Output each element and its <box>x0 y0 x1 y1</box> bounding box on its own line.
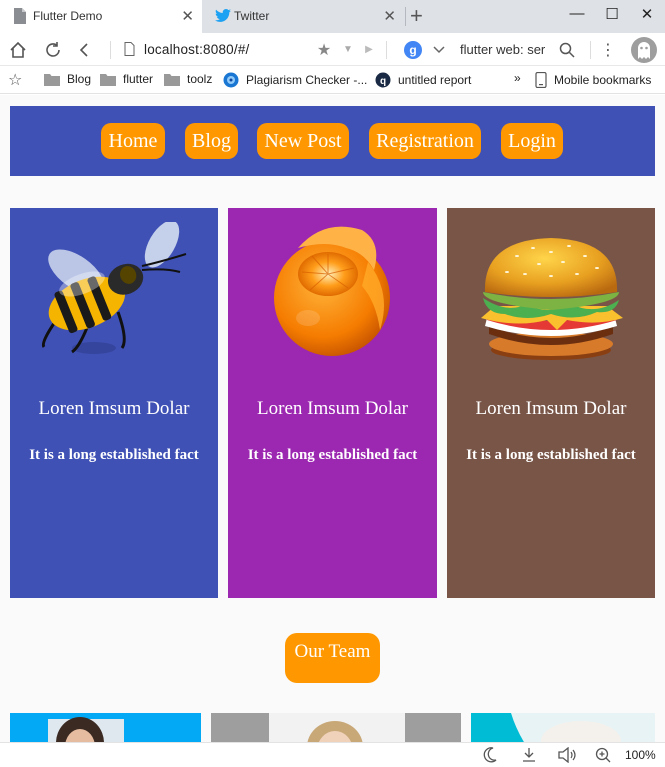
nav-login-button[interactable]: Login <box>501 123 563 159</box>
bookmark-label: Blog <box>67 72 92 86</box>
bookmark-label: untitled report <box>398 73 472 87</box>
reload-icon[interactable] <box>41 33 65 66</box>
bookmarks-bar: ☆ Blog flutter toolz Plagiarism Checker … <box>0 66 665 94</box>
card-title: Loren Imsum Dolar <box>257 398 408 419</box>
tab-title: Flutter Demo <box>33 9 103 23</box>
team-member-card <box>471 713 655 742</box>
nav-home-button[interactable]: Home <box>101 123 165 159</box>
burger-image <box>481 238 623 360</box>
feature-card: Loren Imsum Dolar It is a long establish… <box>228 208 437 598</box>
page-viewport: Home Blog New Post Registration Login Lo… <box>0 95 665 742</box>
chevron-down-icon[interactable] <box>430 33 448 66</box>
bookmark-item[interactable]: toolz <box>164 72 212 86</box>
tab-flutter-demo[interactable]: Flutter Demo ✕ <box>0 0 202 33</box>
card-text: It is a long established fact <box>29 447 199 463</box>
folder-icon <box>44 73 60 86</box>
bookmark-star-icon[interactable]: ★ <box>314 33 334 66</box>
speaker-icon[interactable] <box>557 746 577 767</box>
tab-twitter[interactable]: Twitter ✕ <box>202 0 406 33</box>
bookmark-item[interactable]: flutter <box>100 72 153 86</box>
nav-registration-button[interactable]: Registration <box>369 123 481 159</box>
home-icon[interactable] <box>6 33 30 66</box>
person-photo <box>48 717 124 742</box>
mobile-bookmarks[interactable]: Mobile bookmarks <box>535 72 651 88</box>
toolbar-divider <box>110 41 111 59</box>
moon-icon[interactable] <box>483 747 497 767</box>
bookmark-label: flutter <box>123 72 154 86</box>
chevron-down-icon[interactable]: ▼ <box>340 33 356 66</box>
team-member-card <box>211 713 461 742</box>
bookmark-label: Mobile bookmarks <box>554 73 652 87</box>
download-icon[interactable] <box>522 747 536 767</box>
search-engine-icon[interactable]: g <box>403 33 423 66</box>
plagiarism-checker-icon <box>223 72 239 88</box>
browser-toolbar: localhost:8080/#/ ★ ▼ ▶ g flutter web: s… <box>0 33 665 66</box>
search-icon[interactable] <box>556 33 578 66</box>
our-team-button[interactable]: Our Team <box>285 633 380 683</box>
toolbar-divider <box>590 41 591 59</box>
star-outline-icon[interactable]: ☆ <box>8 70 22 90</box>
new-tab-button[interactable]: + <box>410 3 423 29</box>
card-title: Loren Imsum Dolar <box>475 398 627 419</box>
folder-icon <box>100 73 116 86</box>
person-photo <box>511 713 655 742</box>
feature-card: Loren Imsum Dolar It is a long establish… <box>10 208 218 598</box>
close-icon[interactable]: ✕ <box>181 7 194 25</box>
nav-blog-button[interactable]: Blog <box>185 123 238 159</box>
card-text: It is a long established fact <box>466 447 636 463</box>
close-window-icon[interactable]: ✕ <box>637 5 657 23</box>
zoom-icon[interactable] <box>595 747 611 767</box>
toolbar-divider <box>386 41 387 59</box>
svg-text:q: q <box>380 76 386 87</box>
report-icon: q <box>375 72 391 88</box>
bookmark-item[interactable]: q untitled report <box>375 72 471 88</box>
nav-new-post-button[interactable]: New Post <box>257 123 349 159</box>
bookmark-item[interactable]: Blog <box>44 72 91 86</box>
person-photo <box>269 713 405 742</box>
bookmark-label: Plagiarism Checker -... <box>246 73 368 87</box>
profile-avatar-icon[interactable] <box>630 33 658 66</box>
page-icon <box>14 8 26 24</box>
page-icon <box>124 42 135 56</box>
app-navbar: Home Blog New Post Registration Login <box>10 106 655 176</box>
card-title: Loren Imsum Dolar <box>38 398 190 419</box>
card-text: It is a long established fact <box>247 447 418 463</box>
svg-text:g: g <box>409 43 416 57</box>
menu-icon[interactable]: ⋮ <box>600 33 616 66</box>
minimize-icon[interactable]: — <box>567 5 587 22</box>
orange-image <box>274 226 390 356</box>
tab-title: Twitter <box>234 9 270 23</box>
team-member-card <box>10 713 201 742</box>
bookmarks-overflow-icon[interactable]: » <box>514 71 521 85</box>
url-text: localhost:8080/#/ <box>144 42 250 57</box>
back-icon[interactable] <box>72 33 96 66</box>
bookmark-label: toolz <box>187 72 213 86</box>
maximize-icon[interactable]: ☐ <box>602 5 622 23</box>
feature-card: Loren Imsum Dolar It is a long establish… <box>447 208 655 598</box>
mobile-device-icon <box>535 72 547 88</box>
search-input[interactable]: flutter web: ser <box>460 42 550 57</box>
zoom-level[interactable]: 100% <box>625 748 656 762</box>
folder-icon <box>164 73 180 86</box>
browser-status-bar: 100% <box>0 742 665 767</box>
bee-image <box>41 222 187 354</box>
chevron-right-icon: ▶ <box>365 44 373 55</box>
close-icon[interactable]: ✕ <box>383 7 396 25</box>
browser-tab-bar: Flutter Demo ✕ Twitter ✕ + — ☐ ✕ <box>0 0 665 33</box>
bookmark-item[interactable]: Plagiarism Checker -... <box>223 72 367 88</box>
twitter-bird-icon <box>215 9 231 22</box>
